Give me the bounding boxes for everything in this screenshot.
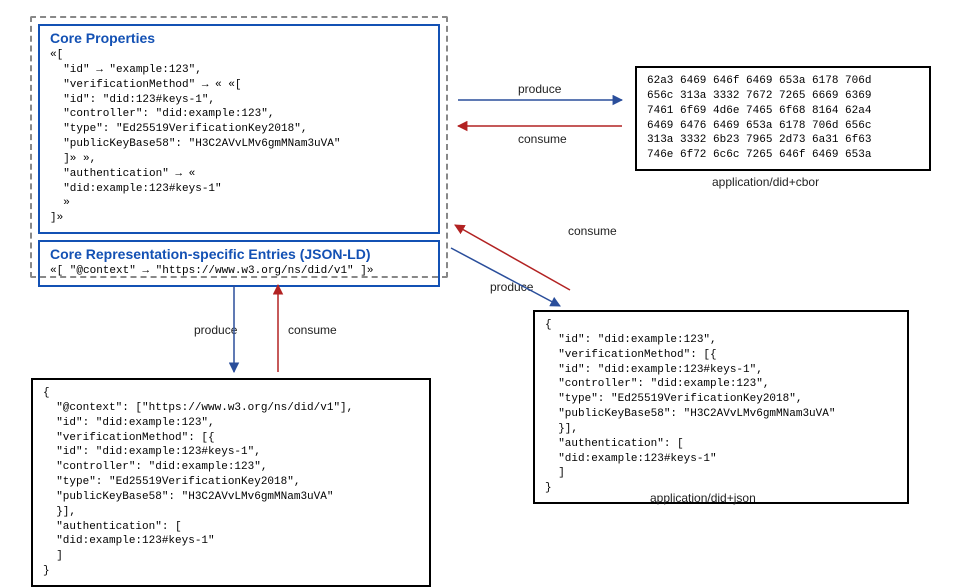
core-properties-body: «[ "id" → "example:123", "verificationMe… [50,48,428,226]
produce-label-mid: produce [490,280,533,294]
cbor-body: 62a3 6469 646f 6469 653a 6178 706d 656c … [647,74,919,163]
produce-label-left: produce [194,323,237,337]
json-caption: application/did+json [650,491,756,505]
arrow-produce-json [451,248,560,306]
json-body: { "id": "did:example:123", "verification… [545,318,897,496]
cbor-box: 62a3 6469 646f 6469 653a 6178 706d 656c … [635,66,931,171]
core-rep-body: «[ "@context" → "https://www.w3.org/ns/d… [50,264,428,279]
jsonld-box: { "@context": ["https://www.w3.org/ns/di… [31,378,431,587]
json-box: { "id": "did:example:123", "verification… [533,310,909,504]
core-container: Core Properties «[ "id" → "example:123",… [30,16,448,278]
core-properties-title: Core Properties [50,30,428,46]
consume-label-mid: consume [568,224,617,238]
core-rep-box: Core Representation-specific Entries (JS… [38,240,440,287]
produce-label-top: produce [518,82,561,96]
consume-label-top: consume [518,132,567,146]
core-rep-title: Core Representation-specific Entries (JS… [50,246,428,262]
cbor-caption: application/did+cbor [712,175,819,189]
jsonld-body: { "@context": ["https://www.w3.org/ns/di… [43,386,419,579]
consume-label-left: consume [288,323,337,337]
core-properties-box: Core Properties «[ "id" → "example:123",… [38,24,440,234]
